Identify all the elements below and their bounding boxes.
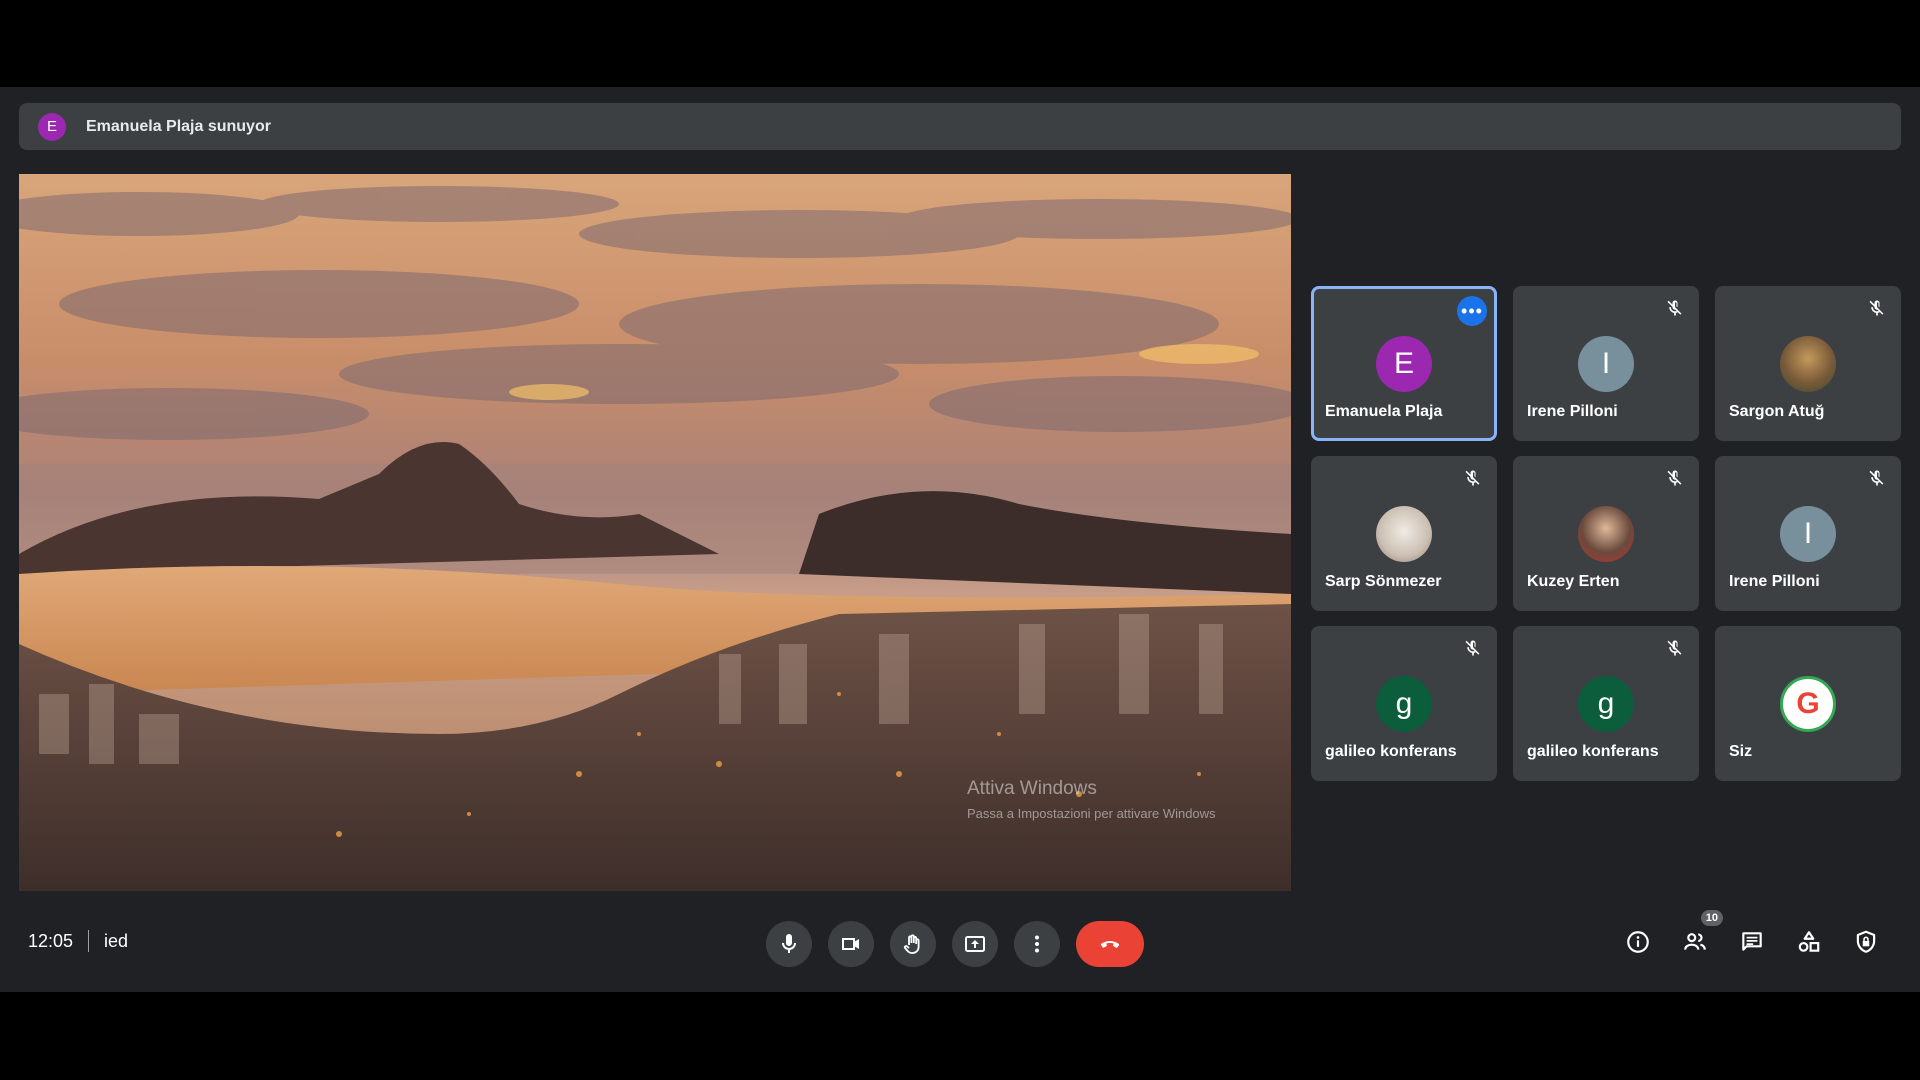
avatar: I <box>1780 506 1836 562</box>
host-controls-button[interactable] <box>1846 920 1886 964</box>
mic-off-icon <box>1869 470 1884 486</box>
chat-button[interactable] <box>1732 920 1772 964</box>
participant-name: Kuzey Erten <box>1527 573 1620 590</box>
shapes-icon <box>1798 931 1820 952</box>
leave-call-button[interactable] <box>1076 921 1144 967</box>
clock-time: 12:05 <box>28 930 74 951</box>
mic-off-icon <box>1667 640 1682 656</box>
activities-button[interactable] <box>1789 920 1829 964</box>
people-icon <box>1684 933 1706 950</box>
participant-tile-self[interactable]: G Siz <box>1715 626 1901 781</box>
presenter-text: Emanuela Plaja sunuyor <box>86 117 271 135</box>
mic-off-icon <box>1465 640 1480 656</box>
participant-name: Sarp Sönmezer <box>1325 573 1442 590</box>
present-icon <box>965 936 985 952</box>
windows-watermark: Attiva Windows Passa a Impostazioni per … <box>967 778 1216 821</box>
avatar: g <box>1376 676 1432 732</box>
participant-name: Irene Pilloni <box>1729 573 1820 590</box>
avatar <box>1578 506 1634 562</box>
mic-off-icon <box>1465 470 1480 486</box>
participant-tile[interactable]: g galileo konferans <box>1513 626 1699 781</box>
presenter-avatar: E <box>38 112 66 141</box>
avatar: E <box>1376 336 1432 392</box>
call-controls <box>766 920 1144 968</box>
mic-off-icon <box>1667 470 1682 486</box>
participant-tile[interactable]: Kuzey Erten <box>1513 456 1699 611</box>
divider <box>88 930 90 952</box>
participant-tile[interactable]: Sargon Atuğ <box>1715 286 1901 441</box>
watermark-title: Attiva Windows <box>967 778 1097 799</box>
present-screen-button[interactable] <box>952 921 998 967</box>
raise-hand-button[interactable] <box>890 921 936 967</box>
more-options-icon[interactable]: ••• <box>1457 296 1487 326</box>
hand-icon <box>903 934 920 954</box>
participant-name: Sargon Atuğ <box>1729 403 1825 420</box>
participant-grid: E Emanuela Plaja ••• I Irene Pilloni Sar… <box>1311 286 1901 781</box>
participant-tile[interactable]: Sarp Sönmezer <box>1311 456 1497 611</box>
mic-button[interactable] <box>766 921 812 967</box>
shield-lock-icon <box>1856 930 1876 953</box>
participant-name: galileo konferans <box>1527 743 1659 760</box>
info-icon <box>1627 931 1649 953</box>
avatar <box>1780 336 1836 392</box>
participant-tile[interactable]: E Emanuela Plaja ••• <box>1311 286 1497 441</box>
meeting-details-button[interactable] <box>1618 920 1658 964</box>
meeting-window: E Emanuela Plaja sunuyor Attiva Windows … <box>0 87 1920 992</box>
participant-name: Siz <box>1729 743 1753 760</box>
participant-tile[interactable]: g galileo konferans <box>1311 626 1497 781</box>
avatar <box>1376 506 1432 562</box>
more-options-button[interactable] <box>1014 921 1060 967</box>
chat-icon <box>1742 932 1762 951</box>
more-vert-icon <box>1035 935 1039 953</box>
avatar: I <box>1578 336 1634 392</box>
participant-tile[interactable]: I Irene Pilloni <box>1513 286 1699 441</box>
meeting-info: 12:05 ied <box>28 930 128 952</box>
watermark-subtitle: Passa a Impostazioni per attivare Window… <box>967 806 1216 821</box>
presentation-stage[interactable]: Attiva Windows Passa a Impostazioni per … <box>19 174 1291 891</box>
mic-icon <box>782 934 796 953</box>
participant-name: galileo konferans <box>1325 743 1457 760</box>
participant-name: Emanuela Plaja <box>1325 403 1443 420</box>
presenter-banner: E Emanuela Plaja sunuyor <box>19 103 1901 150</box>
people-button[interactable]: 10 <box>1675 910 1723 964</box>
avatar: G <box>1780 676 1836 732</box>
mic-off-icon <box>1869 300 1884 316</box>
participant-name: Irene Pilloni <box>1527 403 1618 420</box>
camera-button[interactable] <box>828 921 874 967</box>
meeting-code: ied <box>104 930 129 951</box>
mic-off-icon <box>1667 300 1682 316</box>
side-panel-toolbar: 10 <box>1618 910 1903 964</box>
video-camera-icon <box>842 938 859 950</box>
avatar: g <box>1578 676 1634 732</box>
participant-tile[interactable]: I Irene Pilloni <box>1715 456 1901 611</box>
hang-up-icon <box>1100 941 1120 948</box>
people-count-badge: 10 <box>1700 910 1723 926</box>
